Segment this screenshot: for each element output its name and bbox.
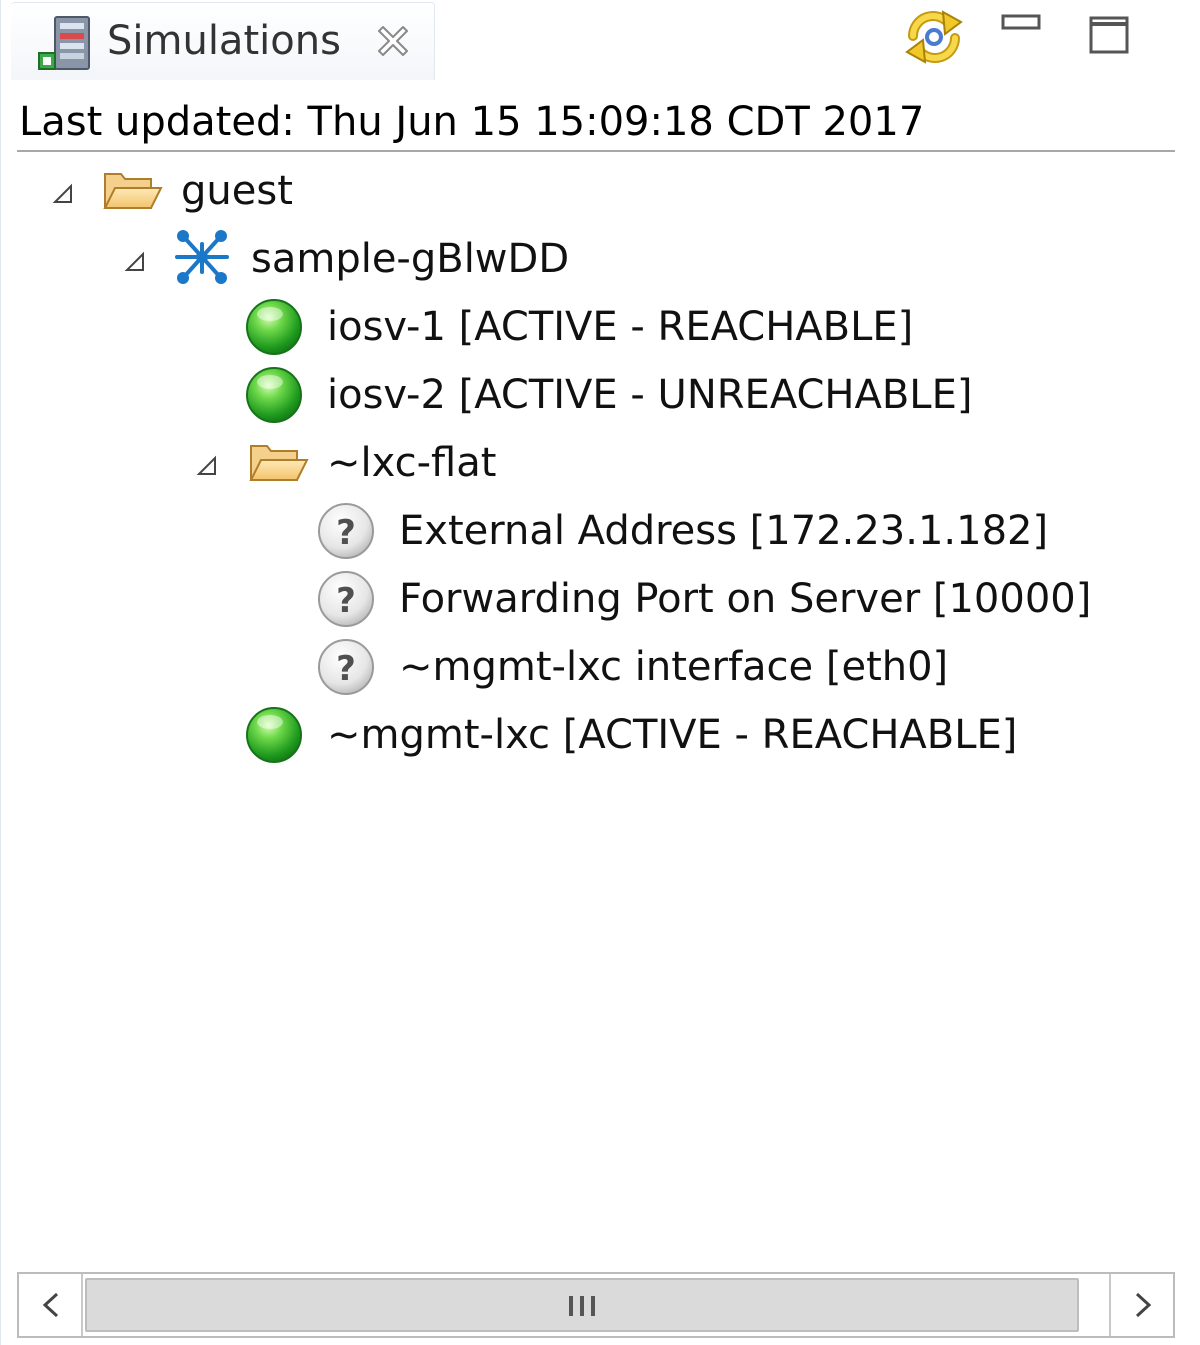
grip-icon bbox=[569, 1296, 595, 1316]
tree-node-label: Forwarding Port on Server [10000] bbox=[399, 576, 1092, 622]
tree-node-label: iosv-2 [ACTIVE - UNREACHABLE] bbox=[327, 372, 973, 418]
maximize-icon[interactable] bbox=[1087, 14, 1133, 56]
unknown-status-icon: ? bbox=[318, 503, 374, 559]
server-icon bbox=[38, 16, 90, 70]
tree-node-iosv-1[interactable]: iosv-1 [ACTIVE - REACHABLE] bbox=[1, 294, 1001, 360]
tree-node-external-address[interactable]: ? External Address [172.23.1.182] bbox=[1, 498, 1101, 564]
status-green-icon bbox=[246, 707, 302, 763]
tree-node-label: sample-gBlwDD bbox=[251, 236, 570, 282]
tree-node-iosv-2[interactable]: iosv-2 [ACTIVE - UNREACHABLE] bbox=[1, 362, 1001, 428]
svg-text:?: ? bbox=[336, 649, 356, 689]
view-tab-bar: Simulations bbox=[1, 0, 1200, 82]
tree-node-label: guest bbox=[181, 168, 293, 214]
divider bbox=[17, 150, 1175, 152]
tree-node-guest[interactable]: guest bbox=[1, 158, 701, 224]
tree-node-forwarding-port[interactable]: ? Forwarding Port on Server [10000] bbox=[1, 566, 1151, 632]
scroll-left-button[interactable] bbox=[19, 1274, 83, 1336]
expanded-triangle-icon[interactable] bbox=[51, 182, 75, 206]
simulation-tree[interactable]: guest sample-gBlwDD iosv-1 [ACTIVE - REA… bbox=[1, 158, 1200, 1268]
tree-node-label: External Address [172.23.1.182] bbox=[399, 508, 1049, 554]
scroll-right-button[interactable] bbox=[1109, 1274, 1173, 1336]
simulations-view: Simulations Last updated: Thu Jun 15 15:… bbox=[0, 0, 1200, 1345]
expanded-triangle-icon[interactable] bbox=[123, 250, 147, 274]
chevron-left-icon bbox=[42, 1292, 59, 1318]
tree-node-label: ~mgmt-lxc [ACTIVE - REACHABLE] bbox=[327, 712, 1018, 758]
close-icon[interactable] bbox=[373, 21, 413, 61]
sync-icon[interactable] bbox=[899, 6, 969, 68]
tree-node-label: ~mgmt-lxc interface [eth0] bbox=[399, 644, 949, 690]
folder-open-icon bbox=[103, 173, 163, 209]
tree-node-label: iosv-1 [ACTIVE - REACHABLE] bbox=[327, 304, 914, 350]
tab-simulations[interactable]: Simulations bbox=[11, 2, 435, 80]
tree-node-lxc-flat[interactable]: ~lxc-flat bbox=[1, 430, 701, 496]
status-green-icon bbox=[246, 299, 302, 355]
status-green-icon bbox=[246, 367, 302, 423]
chevron-right-icon bbox=[1135, 1292, 1152, 1318]
svg-text:?: ? bbox=[336, 581, 356, 621]
network-topology-icon bbox=[175, 230, 229, 284]
last-updated-label: Last updated: Thu Jun 15 15:09:18 CDT 20… bbox=[19, 99, 925, 145]
unknown-status-icon: ? bbox=[318, 571, 374, 627]
svg-text:?: ? bbox=[336, 513, 356, 553]
horizontal-scrollbar[interactable] bbox=[17, 1272, 1175, 1338]
expanded-triangle-icon[interactable] bbox=[195, 454, 219, 478]
tab-title: Simulations bbox=[107, 18, 341, 64]
folder-open-icon bbox=[249, 445, 309, 481]
unknown-status-icon: ? bbox=[318, 639, 374, 695]
tree-node-label: ~lxc-flat bbox=[327, 440, 497, 486]
tree-node-sample-gBlwDD[interactable]: sample-gBlwDD bbox=[1, 226, 701, 292]
minimize-icon[interactable] bbox=[999, 12, 1045, 36]
tree-node-mgmt-lxc[interactable]: ~mgmt-lxc [ACTIVE - REACHABLE] bbox=[1, 702, 1101, 768]
tree-node-mgmt-lxc-interface[interactable]: ? ~mgmt-lxc interface [eth0] bbox=[1, 634, 1101, 700]
scroll-thumb[interactable] bbox=[85, 1278, 1079, 1332]
